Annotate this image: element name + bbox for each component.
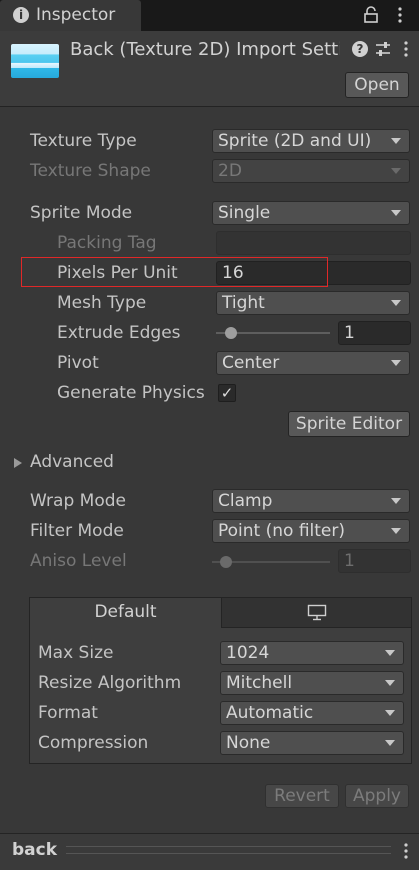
texture-type-value: Sprite (2D and UI)	[218, 131, 372, 151]
chevron-down-icon	[385, 650, 395, 656]
open-button[interactable]: Open	[345, 72, 409, 98]
apply-button[interactable]: Apply	[345, 784, 409, 808]
info-icon: i	[13, 7, 29, 23]
format-label: Format	[38, 703, 98, 723]
resize-algorithm-value: Mitchell	[226, 673, 293, 693]
mesh-type-label: Mesh Type	[57, 293, 147, 313]
chevron-down-icon	[391, 300, 401, 306]
chevron-down-icon	[391, 498, 401, 504]
lock-icon[interactable]	[364, 6, 378, 24]
sprite-editor-button[interactable]: Sprite Editor	[288, 411, 410, 437]
texture-shape-value: 2D	[218, 161, 242, 181]
max-size-value: 1024	[226, 643, 270, 663]
format-value: Automatic	[226, 703, 314, 723]
pivot-value: Center	[222, 353, 280, 373]
preset-sliders-icon[interactable]	[375, 40, 391, 58]
max-size-dropdown[interactable]: 1024	[220, 641, 404, 665]
sprite-mode-value: Single	[218, 203, 271, 223]
compression-label: Compression	[38, 733, 149, 753]
help-icon[interactable]: ?	[352, 41, 368, 57]
filter-mode-label: Filter Mode	[30, 521, 124, 541]
asset-title: Back (Texture 2D) Import Settings	[70, 39, 340, 60]
footer-divider	[66, 846, 391, 847]
chevron-down-icon	[391, 210, 401, 216]
compression-dropdown[interactable]: None	[220, 731, 404, 755]
extrude-edges-label: Extrude Edges	[57, 323, 181, 343]
filter-mode-value: Point (no filter)	[218, 521, 346, 541]
texture-type-label: Texture Type	[30, 131, 137, 151]
highlight-box	[21, 257, 328, 287]
preview-footer	[0, 833, 419, 870]
packing-tag-field	[216, 231, 411, 255]
chevron-down-icon	[385, 680, 395, 686]
wrap-mode-value: Clamp	[218, 491, 273, 511]
foldout-arrow-icon[interactable]	[13, 457, 23, 469]
chevron-down-icon	[385, 710, 395, 716]
tab-inspector-label: Inspector	[36, 5, 116, 25]
sprite-mode-dropdown[interactable]: Single	[212, 201, 410, 225]
kebab-menu-icon[interactable]	[397, 6, 403, 24]
chevron-down-icon	[391, 168, 401, 174]
wrap-mode-dropdown[interactable]: Clamp	[212, 489, 410, 513]
chevron-down-icon	[391, 360, 401, 366]
packing-tag-label: Packing Tag	[57, 233, 157, 253]
mesh-type-value: Tight	[222, 293, 265, 313]
compression-value: None	[226, 733, 271, 753]
preview-title: back	[12, 840, 58, 860]
revert-button[interactable]: Revert	[265, 784, 339, 808]
texture-thumbnail	[11, 44, 59, 78]
resize-algorithm-label: Resize Algorithm	[38, 673, 182, 693]
chevron-down-icon	[385, 740, 395, 746]
aniso-level-slider-thumb	[220, 556, 232, 568]
aniso-level-label: Aniso Level	[30, 551, 127, 571]
generate-physics-checkbox[interactable]: ✓	[218, 384, 236, 402]
max-size-label: Max Size	[38, 643, 114, 663]
footer-kebab-menu-icon[interactable]	[403, 842, 409, 860]
filter-mode-dropdown[interactable]: Point (no filter)	[212, 519, 410, 543]
extrude-edges-input[interactable]: 1	[338, 321, 411, 345]
texture-shape-dropdown: 2D	[212, 159, 410, 183]
mesh-type-dropdown[interactable]: Tight	[216, 291, 410, 315]
format-dropdown[interactable]: Automatic	[220, 701, 404, 725]
sprite-mode-label: Sprite Mode	[30, 203, 133, 223]
monitor-icon	[307, 604, 327, 621]
resize-algorithm-dropdown[interactable]: Mitchell	[220, 671, 404, 695]
tab-default[interactable]: Default	[30, 598, 222, 628]
advanced-foldout[interactable]: Advanced	[30, 452, 114, 472]
pivot-dropdown[interactable]: Center	[216, 351, 410, 375]
texture-shape-label: Texture Shape	[30, 161, 151, 181]
footer-divider	[66, 853, 391, 854]
generate-physics-label: Generate Physics	[57, 383, 205, 403]
texture-type-dropdown[interactable]: Sprite (2D and UI)	[212, 129, 410, 153]
wrap-mode-label: Wrap Mode	[30, 491, 126, 511]
chevron-down-icon	[391, 528, 401, 534]
header-kebab-menu-icon[interactable]	[403, 40, 409, 58]
aniso-level-input: 1	[338, 549, 411, 573]
chevron-down-icon	[391, 138, 401, 144]
extrude-edges-slider-thumb[interactable]	[224, 327, 237, 339]
pivot-label: Pivot	[57, 353, 99, 373]
